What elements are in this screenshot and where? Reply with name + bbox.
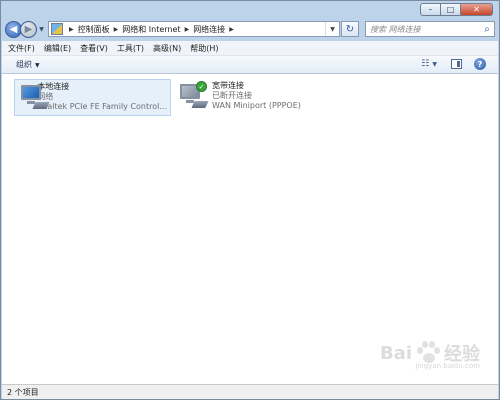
- connections-list: 本地连接 网络 Realtek PCIe FE Family Control..…: [2, 74, 498, 384]
- watermark-brand: Bai: [379, 342, 412, 364]
- preview-pane-icon[interactable]: [451, 59, 462, 69]
- menu-help[interactable]: 帮助(H): [190, 43, 218, 54]
- menu-edit[interactable]: 编辑(E): [44, 43, 71, 54]
- chevron-right-icon[interactable]: ▶: [114, 26, 119, 33]
- item-count: 2 个项目: [7, 387, 39, 397]
- connection-status: 已断开连接: [212, 91, 252, 100]
- breadcrumb-network-internet[interactable]: 网络和 Internet: [122, 24, 180, 35]
- recent-pages-dropdown[interactable]: ▼: [37, 26, 46, 33]
- connection-details: 本地连接 网络 Realtek PCIe FE Family Control..…: [37, 82, 167, 113]
- paw-toe: [434, 347, 440, 354]
- caption-buttons: – □ ✕: [420, 3, 493, 16]
- menu-bar: 文件(F) 编辑(E) 查看(V) 工具(T) 高级(N) 帮助(H): [2, 41, 498, 56]
- watermark-url: jingyan.baidu.com: [415, 362, 480, 370]
- change-view-icon[interactable]: ☷: [421, 59, 429, 69]
- menu-advanced[interactable]: 高级(N): [153, 43, 181, 54]
- minimize-button[interactable]: –: [420, 3, 441, 16]
- paw-toe: [417, 347, 423, 354]
- connection-broadband[interactable]: ✓ 宽带连接 已断开连接 WAN Miniport (PPPOE): [174, 79, 324, 116]
- monitor-shape: [21, 85, 41, 100]
- connection-status: 网络: [37, 92, 54, 101]
- broadband-adapter-icon: ✓: [177, 81, 209, 111]
- refresh-button[interactable]: ↻: [341, 21, 359, 37]
- address-bar[interactable]: ▶ 控制面板 ▶ 网络和 Internet ▶ 网络连接 ▶ ▼: [48, 21, 340, 37]
- menu-tools[interactable]: 工具(T): [117, 43, 144, 54]
- navigation-row: ◀ ▶ ▼ ▶ 控制面板 ▶ 网络和 Internet ▶ 网络连接 ▶ ▼ ↻…: [5, 18, 495, 40]
- chevron-right-icon[interactable]: ▶: [229, 26, 234, 33]
- breadcrumb-control-panel[interactable]: 控制面板: [78, 24, 110, 35]
- organize-label: 组织: [16, 60, 32, 69]
- organize-button[interactable]: 组织 ▼: [16, 59, 40, 70]
- search-placeholder: 搜索 网络连接: [370, 24, 421, 34]
- address-dropdown[interactable]: ▼: [325, 22, 339, 36]
- connection-name: 宽带连接: [212, 81, 244, 90]
- chevron-right-icon[interactable]: ▶: [69, 26, 74, 33]
- chevron-right-icon[interactable]: ▶: [185, 26, 190, 33]
- connection-device: WAN Miniport (PPPOE): [212, 101, 301, 110]
- help-icon[interactable]: ?: [474, 58, 486, 70]
- check-badge-icon: ✓: [196, 81, 207, 92]
- baidu-watermark: Bai 经验 jingyan.baidu.com: [379, 340, 480, 370]
- explorer-window: – □ ✕ ◀ ▶ ▼ ▶ 控制面板 ▶ 网络和 Internet ▶ 网络连接…: [0, 0, 500, 400]
- close-button[interactable]: ✕: [460, 3, 493, 16]
- network-cable-shape: [191, 101, 209, 108]
- forward-button[interactable]: ▶: [20, 20, 37, 38]
- control-panel-icon: [51, 23, 63, 35]
- paw-toe: [422, 341, 428, 348]
- chevron-down-icon: ▼: [35, 62, 40, 69]
- command-bar: 组织 ▼ ☷ ▼ ?: [2, 56, 498, 74]
- connection-name: 本地连接: [37, 82, 70, 91]
- maximize-button[interactable]: □: [440, 3, 461, 16]
- search-icon[interactable]: ⌕: [480, 24, 494, 35]
- connection-details: 宽带连接 已断开连接 WAN Miniport (PPPOE): [212, 81, 301, 114]
- connection-device: Realtek PCIe FE Family Control...: [37, 102, 167, 111]
- search-input[interactable]: 搜索 网络连接 ⌕: [365, 21, 495, 37]
- view-options-dropdown[interactable]: ▼: [432, 61, 437, 68]
- network-adapter-icon: [18, 82, 50, 112]
- connection-local-area[interactable]: 本地连接 网络 Realtek PCIe FE Family Control..…: [14, 79, 171, 116]
- command-bar-right: ☷ ▼ ?: [421, 58, 486, 70]
- breadcrumb-network-connections[interactable]: 网络连接: [193, 24, 225, 35]
- menu-file[interactable]: 文件(F): [8, 43, 35, 54]
- status-bar: 2 个项目: [2, 384, 498, 399]
- menu-view[interactable]: 查看(V): [80, 43, 108, 54]
